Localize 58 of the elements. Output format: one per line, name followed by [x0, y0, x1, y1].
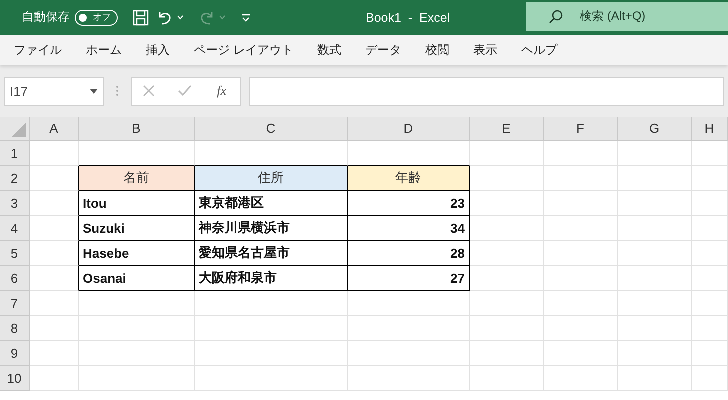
grip-icon: [116, 85, 119, 97]
search-field[interactable]: 検索 (Alt+Q): [526, 2, 728, 31]
row-header[interactable]: 4: [0, 216, 30, 241]
window-title: Book1 - Excel: [366, 10, 450, 24]
name-box[interactable]: I17: [4, 76, 104, 106]
column-header[interactable]: H: [692, 117, 728, 141]
table-cell: 東京都港区: [195, 191, 348, 216]
table-cell: Hasebe: [79, 241, 195, 266]
search-icon: [548, 8, 564, 24]
table-cell: 34: [348, 216, 470, 241]
row-header[interactable]: 1: [0, 141, 30, 166]
menu-tab[interactable]: ホーム: [78, 38, 130, 62]
dropdown-icon: [90, 88, 98, 94]
customize-icon[interactable]: [240, 12, 252, 24]
table-cell: Itou: [79, 191, 195, 216]
table-cell: 神奈川県横浜市: [195, 216, 348, 241]
insert-function-button[interactable]: fx: [215, 83, 229, 99]
row-header[interactable]: 8: [0, 316, 30, 341]
column-header[interactable]: F: [544, 117, 618, 141]
autosave-toggle[interactable]: オフ: [75, 10, 118, 26]
column-header[interactable]: D: [348, 117, 470, 141]
save-icon[interactable]: [132, 8, 150, 26]
menu-tab[interactable]: ファイル: [6, 38, 70, 62]
row-header[interactable]: 7: [0, 291, 30, 316]
table-cell: Suzuki: [79, 216, 195, 241]
row-header[interactable]: 9: [0, 341, 30, 366]
column-header[interactable]: A: [30, 117, 79, 141]
row-header[interactable]: 3: [0, 191, 30, 216]
row-header[interactable]: 6: [0, 266, 30, 291]
table-header-cell: 名前: [79, 166, 195, 191]
column-header[interactable]: C: [195, 117, 348, 141]
select-all-corner[interactable]: [0, 117, 30, 141]
column-header[interactable]: G: [618, 117, 692, 141]
table-cell: 愛知県名古屋市: [195, 241, 348, 266]
formula-input[interactable]: [249, 76, 724, 106]
row-header[interactable]: 5: [0, 241, 30, 266]
table-cell: 28: [348, 241, 470, 266]
table-cell: 27: [348, 266, 470, 291]
table-header-cell: 年齢: [348, 166, 470, 191]
menu-tab[interactable]: 校閲: [417, 38, 458, 62]
check-icon[interactable]: [178, 85, 192, 97]
column-header[interactable]: B: [79, 117, 195, 141]
table-cell: 大阪府和泉市: [195, 266, 348, 291]
cancel-icon[interactable]: [143, 85, 156, 97]
menu-tab[interactable]: 数式: [309, 38, 350, 62]
column-header[interactable]: E: [470, 117, 544, 141]
table-header-cell: 住所: [195, 166, 348, 191]
menu-tab[interactable]: ヘルプ: [513, 38, 566, 62]
menu-tab[interactable]: ページ レイアウト: [186, 38, 302, 62]
menu-tab[interactable]: 表示: [465, 38, 506, 62]
menu-tab[interactable]: データ: [357, 38, 410, 62]
row-header[interactable]: 2: [0, 166, 30, 191]
autosave-label: 自動保存: [22, 9, 70, 26]
table-cell: 23: [348, 191, 470, 216]
table-cell: Osanai: [79, 266, 195, 291]
menu-tab[interactable]: 挿入: [138, 38, 178, 62]
triangle-icon: [12, 123, 26, 137]
row-header[interactable]: 10: [0, 366, 30, 391]
